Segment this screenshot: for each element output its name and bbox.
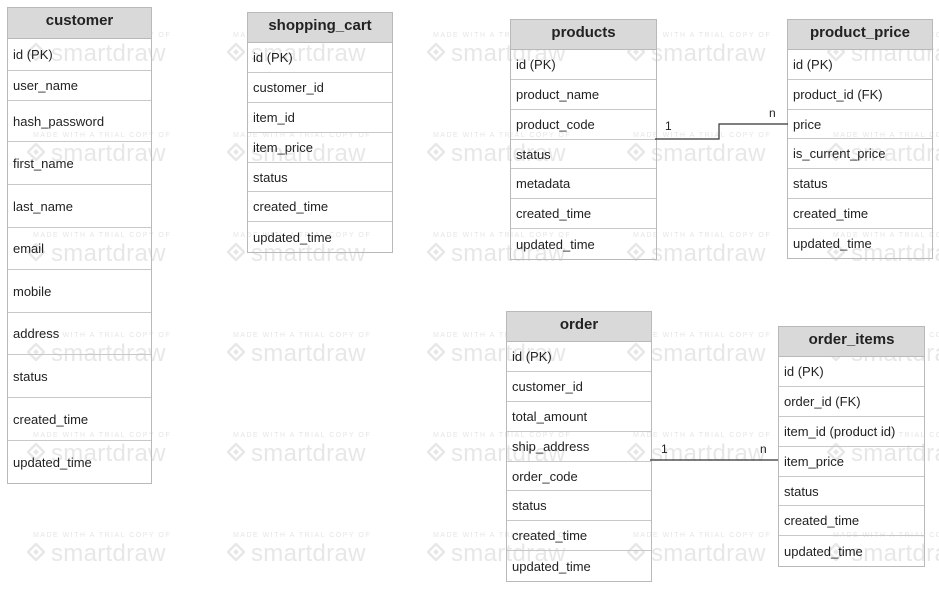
cardinality-order-one: 1 [661,442,668,456]
table-field-row[interactable]: created_time [8,398,151,441]
table-field-row[interactable]: customer_id [248,73,392,103]
table-field-row[interactable]: created_time [248,192,392,222]
table-field-row[interactable]: product_code [511,110,656,140]
table-order-items-title: order_items [779,327,924,357]
cardinality-product-price-many: n [769,106,776,120]
smartdraw-logo-icon [227,43,245,61]
table-field-row[interactable]: mobile [8,270,151,313]
table-field-row[interactable]: ship_address [507,432,651,462]
watermark-caption: MADE WITH A TRIAL COPY OF [233,332,372,339]
watermark-caption: MADE WITH A TRIAL COPY OF [33,532,172,539]
table-field-row[interactable]: status [511,140,656,169]
table-field-row[interactable]: customer_id [507,372,651,402]
smartdraw-logo-icon [427,343,445,361]
table-field-row[interactable]: created_time [788,199,932,229]
watermark-brand: smartdraw [651,440,766,467]
watermark-brand: smartdraw [651,240,766,267]
table-field-row[interactable]: item_price [779,447,924,477]
table-field-row[interactable]: item_id [248,103,392,133]
table-field-row[interactable]: status [788,169,932,199]
table-field-row[interactable]: updated_time [788,229,932,258]
smartdraw-logo-icon [27,543,45,561]
watermark: MADE WITH A TRIAL COPY OFsmartdraw [227,432,382,476]
table-product-price-title: product_price [788,20,932,50]
table-field-row[interactable]: updated_time [507,551,651,581]
table-field-row[interactable]: order_id (FK) [779,387,924,417]
table-field-row[interactable]: order_code [507,462,651,491]
table-field-row[interactable]: total_amount [507,402,651,432]
table-field-row[interactable]: updated_time [511,229,656,259]
smartdraw-logo-icon [427,443,445,461]
table-shopping-cart[interactable]: shopping_cart id (PK) customer_id item_id i… [247,12,393,253]
watermark: MADE WITH A TRIAL COPY OFsmartdraw [27,532,182,576]
smartdraw-logo-icon [227,543,245,561]
table-field-row[interactable]: id (PK) [248,43,392,73]
table-customer[interactable]: customer id (PK) user_name hash_password fi… [7,7,152,484]
watermark-caption: MADE WITH A TRIAL COPY OF [233,532,372,539]
watermark-brand: smartdraw [251,440,366,467]
table-shopping-cart-title: shopping_cart [248,13,392,43]
table-field-row[interactable]: updated_time [248,222,392,252]
table-field-row[interactable]: product_id (FK) [788,80,932,110]
table-field-row[interactable]: id (PK) [507,342,651,372]
smartdraw-logo-icon [427,43,445,61]
table-field-row[interactable]: id (PK) [8,39,151,71]
watermark-brand: smartdraw [251,540,366,567]
table-field-row[interactable]: is_current_price [788,139,932,169]
table-field-row[interactable]: updated_time [779,536,924,566]
table-customer-title: customer [8,8,151,39]
smartdraw-logo-icon [427,243,445,261]
smartdraw-logo-icon [427,143,445,161]
smartdraw-logo-icon [227,343,245,361]
watermark-caption: MADE WITH A TRIAL COPY OF [233,432,372,439]
cardinality-products-one: 1 [665,119,672,133]
smartdraw-logo-icon [427,543,445,561]
table-field-row[interactable]: created_time [779,506,924,536]
watermark: MADE WITH A TRIAL COPY OFsmartdraw [227,532,382,576]
table-product-price[interactable]: product_price id (PK) product_id (FK) pric… [787,19,933,259]
table-field-row[interactable]: item_id (product id) [779,417,924,447]
table-field-row[interactable]: status [8,355,151,398]
table-field-row[interactable]: created_time [511,199,656,229]
watermark-brand: smartdraw [251,340,366,367]
table-field-row[interactable]: id (PK) [779,357,924,387]
table-products-title: products [511,20,656,50]
table-order-title: order [507,312,651,342]
table-field-row[interactable]: id (PK) [788,50,932,80]
smartdraw-logo-icon [227,243,245,261]
smartdraw-logo-icon [227,143,245,161]
table-field-row[interactable]: status [248,163,392,192]
table-field-row[interactable]: created_time [507,521,651,551]
watermark: MADE WITH A TRIAL COPY OFsmartdraw [227,332,382,376]
table-field-row[interactable]: status [507,491,651,521]
watermark-caption: MADE WITH A TRIAL COPY OF [633,432,772,439]
watermark-caption: MADE WITH A TRIAL COPY OF [633,332,772,339]
watermark-brand: smartdraw [651,40,766,67]
table-products[interactable]: products id (PK) product_name product_code… [510,19,657,260]
table-field-row[interactable]: email [8,228,151,270]
table-field-row[interactable]: first_name [8,142,151,185]
table-field-row[interactable]: address [8,313,151,355]
watermark-brand: smartdraw [651,540,766,567]
table-field-row[interactable]: metadata [511,169,656,199]
table-field-row[interactable]: last_name [8,185,151,228]
table-field-row[interactable]: updated_time [8,441,151,483]
watermark-brand: smartdraw [51,540,166,567]
table-order-items[interactable]: order_items id (PK) order_id (FK) item_id … [778,326,925,567]
watermark-brand: smartdraw [651,140,766,167]
table-field-row[interactable]: id (PK) [511,50,656,80]
watermark-brand: smartdraw [651,340,766,367]
table-field-row[interactable]: status [779,477,924,506]
table-field-row[interactable]: hash_password [8,101,151,142]
cardinality-order-items-many: n [760,442,767,456]
table-field-row[interactable]: price [788,110,932,139]
table-field-row[interactable]: user_name [8,71,151,101]
watermark-caption: MADE WITH A TRIAL COPY OF [633,532,772,539]
table-field-row[interactable]: product_name [511,80,656,110]
smartdraw-logo-icon [227,443,245,461]
table-order[interactable]: order id (PK) customer_id total_amount ship… [506,311,652,582]
table-field-row[interactable]: item_price [248,133,392,163]
